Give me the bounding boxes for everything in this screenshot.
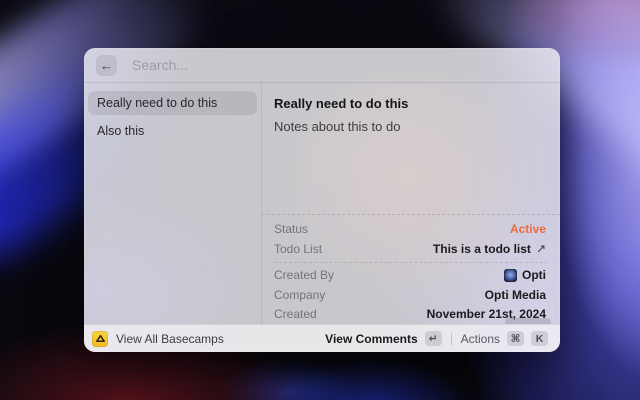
command-palette-window: ← Really need to do this Also this Reall… <box>84 48 560 352</box>
footer-divider <box>451 333 452 345</box>
view-all-basecamps-button[interactable]: View All Basecamps <box>116 332 224 346</box>
detail-pane: Really need to do this Notes about this … <box>262 83 560 324</box>
actions-button[interactable]: Actions <box>461 332 500 346</box>
sidebar-item-label: Also this <box>97 124 144 138</box>
open-external-icon: ↗ <box>536 241 546 255</box>
sidebar-item-also-this[interactable]: Also this <box>88 119 257 143</box>
basecamp-icon <box>92 331 108 347</box>
enter-keycap: ↵ <box>425 331 442 346</box>
view-comments-button[interactable]: View Comments <box>325 332 417 346</box>
creator-name: Opti <box>522 268 546 282</box>
created-by-value: Opti <box>504 268 546 282</box>
metadata-label: Status <box>274 222 308 236</box>
creator-avatar <box>504 269 517 282</box>
metadata-label: Created By <box>274 268 334 282</box>
window-body: Really need to do this Also this Really … <box>84 83 560 324</box>
sidebar-item-label: Really need to do this <box>97 96 217 110</box>
back-button[interactable]: ← <box>96 55 117 76</box>
metadata-row-todo-list: Todo List This is a todo list ↗ <box>274 239 546 259</box>
search-input[interactable] <box>130 56 548 74</box>
search-bar: ← <box>84 48 560 83</box>
metadata-row-company: Company Opti Media <box>274 285 546 305</box>
todo-list-value: This is a todo list <box>433 242 531 256</box>
detail-spacer <box>262 134 560 214</box>
detail-title: Really need to do this <box>274 96 546 111</box>
detail-header: Really need to do this Notes about this … <box>262 83 560 134</box>
metadata-label: Company <box>274 288 325 302</box>
footer-actions: View Comments ↵ Actions ⌘ K <box>325 331 548 346</box>
todo-list-link[interactable]: This is a todo list ↗ <box>433 242 546 256</box>
results-sidebar: Really need to do this Also this <box>84 83 262 324</box>
metadata-row-created-by: Created By Opti <box>274 266 546 286</box>
metadata-row-status: Status Active <box>274 220 546 240</box>
metadata-label: Created <box>274 307 317 321</box>
metadata-section: Status Active Todo List This is a todo l… <box>262 214 560 325</box>
metadata-label: Todo List <box>274 242 322 256</box>
sidebar-item-really-need-to-do-this[interactable]: Really need to do this <box>88 91 257 115</box>
mountain-glyph <box>95 333 106 344</box>
footer-bar: View All Basecamps View Comments ↵ Actio… <box>84 324 560 352</box>
cmd-keycap: ⌘ <box>507 331 524 346</box>
k-keycap: K <box>531 331 548 346</box>
detail-subtitle: Notes about this to do <box>274 119 546 134</box>
status-badge: Active <box>510 222 546 236</box>
metadata-divider <box>274 262 548 263</box>
back-arrow-icon: ← <box>100 58 113 73</box>
company-value: Opti Media <box>485 288 546 302</box>
